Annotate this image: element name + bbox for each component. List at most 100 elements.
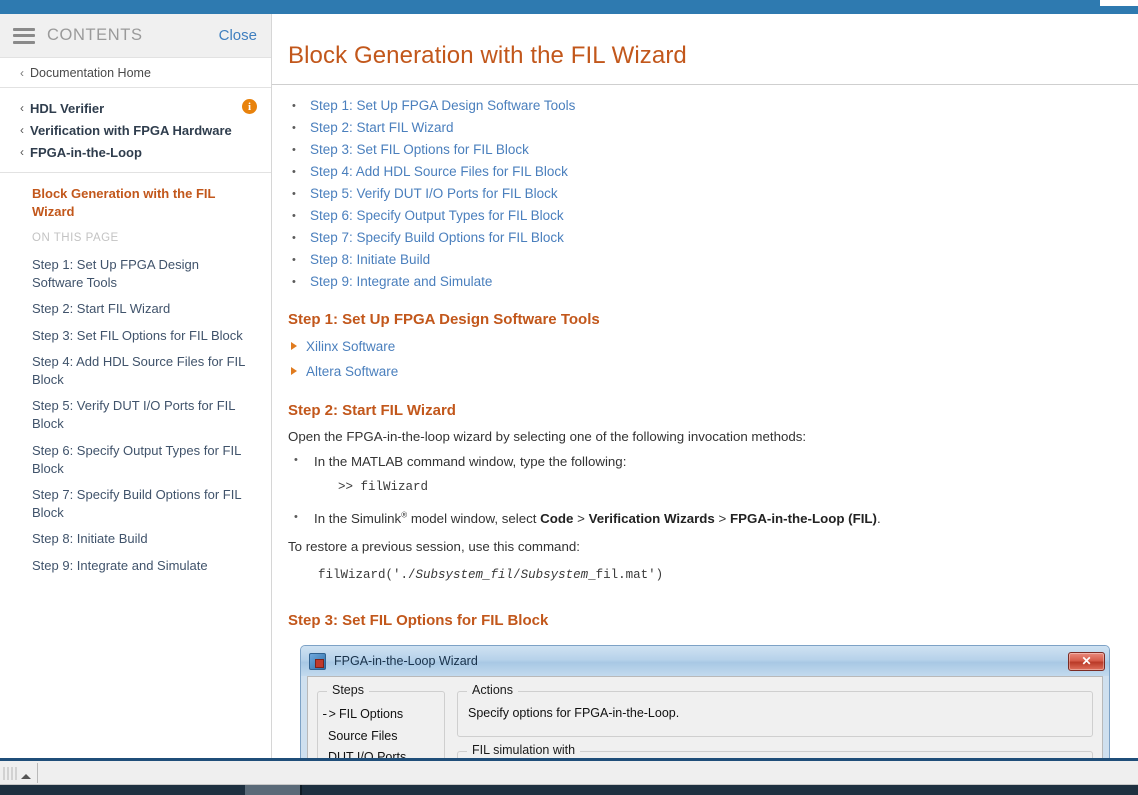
restore-command-snippet: filWizard('./Subsystem_fil/Subsystem_fil… — [288, 562, 1118, 586]
sidebar-toc-item-step-2[interactable]: Step 2: Start FIL Wizard — [0, 296, 271, 322]
menu-path-verification-wizards: Verification Wizards — [588, 510, 715, 526]
list-item: Step 4: Add HDL Source Files for FIL Blo… — [288, 161, 1118, 183]
main-content: Block Generation with the FIL Wizard Ste… — [272, 14, 1138, 758]
list-item: Step 2: Start FIL Wizard — [288, 117, 1118, 139]
restore-command-post: _fil.mat') — [588, 568, 664, 583]
link-step-4[interactable]: Step 4: Add HDL Source Files for FIL Blo… — [310, 164, 568, 179]
taskbar-active-window[interactable] — [245, 785, 300, 795]
contents-header: CONTENTS Close — [0, 14, 271, 58]
sidebar-toc-item-step-4[interactable]: Step 4: Add HDL Source Files for FIL Blo… — [0, 349, 271, 393]
contents-title: CONTENTS — [47, 26, 143, 44]
list-item: Step 6: Specify Output Types for FIL Blo… — [288, 205, 1118, 227]
restore-command-pre: filWizard('./ — [318, 568, 416, 583]
list-item: In the MATLAB command window, type the f… — [288, 452, 1118, 507]
list-item: Step 9: Integrate and Simulate — [288, 271, 1118, 293]
close-icon[interactable]: ✕ — [1068, 651, 1105, 671]
wizard-screenshot-wrapper: FPGA-in-the-Loop Wizard ✕ Steps -> FIL Op… — [300, 645, 1118, 758]
wizard-step-fil-options[interactable]: -> FIL Options — [318, 704, 444, 726]
expander-label: Xilinx Software — [306, 339, 396, 354]
link-step-2[interactable]: Step 2: Start FIL Wizard — [310, 120, 454, 135]
link-step-7[interactable]: Step 7: Specify Build Options for FIL Bl… — [310, 230, 564, 245]
page-title: Block Generation with the FIL Wizard — [272, 14, 1138, 85]
content-body: Step 1: Set Up FPGA Design Software Tool… — [272, 85, 1138, 758]
link-step-1[interactable]: Step 1: Set Up FPGA Design Software Tool… — [310, 98, 575, 113]
taskbar-separator — [300, 785, 302, 795]
actions-description: Specify options for FPGA-in-the-Loop. — [468, 706, 680, 721]
chevron-left-icon: ‹ — [20, 101, 24, 115]
current-step-arrow-icon: -> — [321, 708, 337, 723]
contents-sidebar: CONTENTS Close ‹ Documentation Home i ‹ … — [0, 14, 272, 758]
status-separator — [37, 762, 38, 783]
wizard-step-dut-io-ports[interactable]: DUT I/O Ports — [318, 747, 444, 758]
breadcrumb-label: FPGA-in-the-Loop — [30, 144, 142, 160]
wizard-step-source-files[interactable]: Source Files — [318, 726, 444, 747]
wizard-step-label: FIL Options — [339, 707, 404, 722]
hamburger-icon[interactable] — [13, 27, 35, 44]
caret-up-icon[interactable] — [21, 773, 31, 779]
dialog-title-text: FPGA-in-the-Loop Wizard — [334, 654, 478, 669]
fil-simulation-group: FIL simulation with MATLAB System Object — [457, 743, 1093, 758]
resize-grip-icon[interactable] — [3, 766, 31, 780]
expander-label: Altera Software — [306, 364, 399, 379]
link-step-8[interactable]: Step 8: Initiate Build — [310, 252, 430, 267]
link-step-6[interactable]: Step 6: Specify Output Types for FIL Blo… — [310, 208, 564, 223]
sidebar-toc-item-step-7[interactable]: Step 7: Specify Build Options for FIL Bl… — [0, 482, 271, 526]
sidebar-toc-item-step-6[interactable]: Step 6: Specify Output Types for FIL Blo… — [0, 438, 271, 482]
documentation-home-label: Documentation Home — [30, 65, 151, 80]
list-item: Step 5: Verify DUT I/O Ports for FIL Blo… — [288, 183, 1118, 205]
sidebar-toc-item-step-1[interactable]: Step 1: Set Up FPGA Design Software Tool… — [0, 252, 271, 296]
menu-path-code: Code — [540, 510, 574, 526]
link-step-9[interactable]: Step 9: Integrate and Simulate — [310, 274, 492, 289]
sidebar-item-hdl-verifier[interactable]: ‹ HDL Verifier — [0, 97, 271, 119]
triangle-right-icon — [291, 367, 297, 375]
restore-command-italic-1: Subsystem_fil — [415, 568, 514, 583]
restore-session-text: To restore a previous session, use this … — [288, 538, 580, 554]
step-2-intro-text: Open the FPGA-in-the-loop wizard by sele… — [288, 429, 807, 444]
heading-step-1: Step 1: Set Up FPGA Design Software Tool… — [288, 311, 600, 328]
steps-group: Steps -> FIL Options Source Files DUT I/O… — [317, 683, 445, 758]
sidebar-toc-item-step-5[interactable]: Step 5: Verify DUT I/O Ports for FIL Blo… — [0, 393, 271, 437]
expander-xilinx-software[interactable]: Xilinx Software — [288, 334, 1118, 359]
method-1-text: In the MATLAB command window, type the f… — [314, 454, 627, 470]
info-icon[interactable]: i — [242, 99, 257, 114]
sidebar-item-verification-with-fpga-hardware[interactable]: ‹ Verification with FPGA Hardware — [0, 119, 271, 141]
list-item: Step 8: Initiate Build — [288, 249, 1118, 271]
expander-altera-software[interactable]: Altera Software — [288, 359, 1118, 384]
breadcrumb: i ‹ HDL Verifier ‹ Verification with FPG… — [0, 88, 271, 173]
link-step-3[interactable]: Step 3: Set FIL Options for FIL Block — [310, 142, 529, 157]
sidebar-current-page[interactable]: Block Generation with the FIL Wizard — [0, 173, 271, 226]
chevron-left-icon: ‹ — [20, 145, 24, 159]
heading-step-3: Step 3: Set FIL Options for FIL Block — [288, 612, 549, 630]
sidebar-toc-item-step-9[interactable]: Step 9: Integrate and Simulate — [0, 553, 271, 579]
breadcrumb-label: Verification with FPGA Hardware — [30, 122, 232, 138]
fil-wizard-dialog: FPGA-in-the-Loop Wizard ✕ Steps -> FIL Op… — [300, 645, 1110, 758]
os-taskbar — [0, 785, 1138, 795]
top-chrome-notch — [1100, 0, 1138, 6]
invocation-methods-list: In the MATLAB command window, type the f… — [288, 452, 1118, 529]
dialog-body: Steps -> FIL Options Source Files DUT I/O… — [307, 676, 1103, 758]
restore-command-mid: / — [513, 568, 521, 583]
wizard-step-label: Source Files — [328, 729, 398, 744]
list-item: Step 7: Specify Build Options for FIL Bl… — [288, 227, 1118, 249]
wizard-step-label: DUT I/O Ports — [328, 750, 407, 758]
steps-legend: Steps — [327, 683, 369, 698]
sidebar-toc-list: Step 1: Set Up FPGA Design Software Tool… — [0, 252, 271, 579]
method-2-text-end: . — [876, 510, 881, 526]
method-2-text-mid: model window, select — [407, 510, 541, 526]
close-contents-button[interactable]: Close — [219, 27, 257, 44]
wizard-right-panel: Actions Specify options for FPGA-in-the-… — [457, 683, 1093, 758]
link-step-5[interactable]: Step 5: Verify DUT I/O Ports for FIL Blo… — [310, 186, 558, 201]
sidebar-toc-item-step-3[interactable]: Step 3: Set FIL Options for FIL Block — [0, 323, 271, 349]
fil-simulation-legend: FIL simulation with — [467, 743, 581, 758]
list-item: Step 1: Set Up FPGA Design Software Tool… — [288, 95, 1118, 117]
top-chrome-bar — [0, 0, 1138, 14]
actions-group: Actions Specify options for FPGA-in-the-… — [457, 683, 1093, 738]
sidebar-item-documentation-home[interactable]: ‹ Documentation Home — [0, 58, 271, 88]
sidebar-item-fpga-in-the-loop[interactable]: ‹ FPGA-in-the-Loop — [0, 141, 271, 163]
wizard-app-icon — [309, 652, 326, 670]
triangle-right-icon — [291, 342, 297, 350]
app-root: CONTENTS Close ‹ Documentation Home i ‹ … — [0, 0, 1138, 795]
dialog-title-bar: FPGA-in-the-Loop Wizard ✕ — [301, 646, 1109, 677]
menu-path-fpga-in-the-loop: FPGA-in-the-Loop (FIL) — [729, 510, 877, 526]
sidebar-toc-item-step-8[interactable]: Step 8: Initiate Build — [0, 526, 271, 552]
